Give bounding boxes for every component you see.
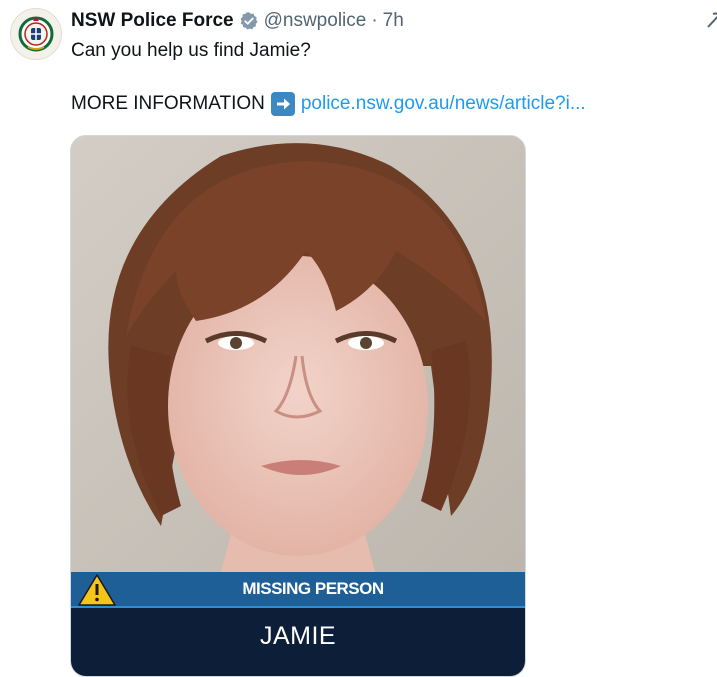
tweet-text-line-1: Can you help us find Jamie? bbox=[71, 40, 311, 61]
post-header: NSW Police Force @nswpolice · 7h bbox=[71, 8, 404, 34]
post-time[interactable]: 7h bbox=[383, 10, 404, 32]
author-name[interactable]: NSW Police Force bbox=[71, 10, 234, 32]
person-name: JAMIE bbox=[259, 622, 337, 650]
banner-label: MISSING PERSON bbox=[242, 579, 384, 598]
right-arrow-emoji-icon bbox=[270, 92, 295, 116]
nsw-police-crest-icon bbox=[18, 16, 54, 52]
avatar[interactable] bbox=[10, 8, 62, 60]
author-handle[interactable]: @nswpolice bbox=[264, 10, 367, 32]
separator-dot: · bbox=[371, 10, 378, 31]
verified-badge-icon[interactable] bbox=[239, 11, 259, 31]
article-link[interactable]: police.nsw.gov.au/news/article?i... bbox=[301, 91, 586, 117]
more-information-label: MORE INFORMATION bbox=[71, 93, 265, 114]
missing-person-image[interactable]: MISSING PERSON JAMIE bbox=[70, 135, 526, 677]
grok-icon[interactable] bbox=[705, 10, 717, 30]
person-photo bbox=[71, 136, 525, 572]
tweet-text-line-2: MORE INFORMATION police.nsw.gov.au/news/… bbox=[71, 91, 586, 117]
